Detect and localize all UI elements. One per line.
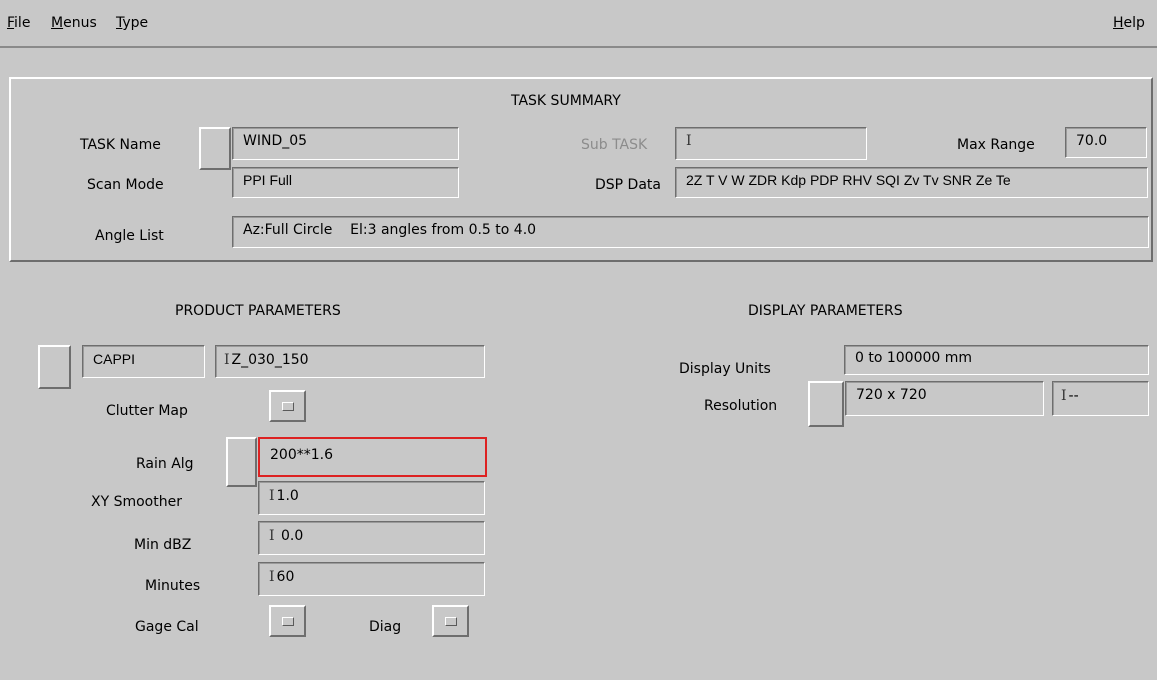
task-summary-title: TASK SUMMARY xyxy=(511,93,621,109)
clutter-map-label: Clutter Map xyxy=(106,403,188,419)
rain-alg-button[interactable] xyxy=(226,437,257,487)
dsp-data-field[interactable]: 2Z T V W ZDR Kdp PDP RHV SQI Zv Tv SNR Z… xyxy=(675,167,1148,198)
diag-toggle[interactable] xyxy=(432,605,469,637)
task-name-field[interactable]: WIND_05 xyxy=(232,127,459,160)
dsp-data-label: DSP Data xyxy=(595,177,661,193)
minutes-label: Minutes xyxy=(145,578,201,594)
product-parameters-title: PRODUCT PARAMETERS xyxy=(175,303,341,319)
menu-type[interactable]: Type xyxy=(116,15,148,31)
resolution-extra-field[interactable]: I -- xyxy=(1052,381,1149,416)
scan-mode-label: Scan Mode xyxy=(87,177,164,193)
text-cursor-icon: I xyxy=(686,133,692,149)
rain-alg-label: Rain Alg xyxy=(136,456,194,472)
text-cursor-icon: I xyxy=(269,488,275,504)
toggle-indicator-icon xyxy=(282,402,294,411)
diag-label: Diag xyxy=(369,619,402,635)
rain-alg-field[interactable]: 200**1.6 xyxy=(258,437,487,477)
display-units-label: Display Units xyxy=(679,361,771,377)
sub-task-field[interactable]: I xyxy=(675,127,867,160)
gage-cal-toggle[interactable] xyxy=(269,605,306,637)
min-dbz-field[interactable]: I 0.0 xyxy=(258,521,485,555)
sub-task-label: Sub TASK xyxy=(581,137,648,153)
task-name-label: TASK Name xyxy=(80,137,161,153)
gage-cal-label: Gage Cal xyxy=(135,619,199,635)
toggle-indicator-icon xyxy=(445,617,457,626)
text-cursor-icon: I xyxy=(224,352,230,368)
product-type-field[interactable]: CAPPI xyxy=(82,345,205,378)
resolution-button[interactable] xyxy=(808,381,844,427)
scan-mode-field[interactable]: PPI Full xyxy=(232,167,459,198)
text-cursor-icon: I xyxy=(269,528,275,544)
max-range-field[interactable]: 70.0 xyxy=(1065,127,1147,158)
text-cursor-icon: I xyxy=(269,569,275,585)
angle-list-field[interactable]: Az:Full Circle El:3 angles from 0.5 to 4… xyxy=(232,216,1149,248)
display-units-field[interactable]: 0 to 100000 mm xyxy=(844,345,1149,375)
angle-list-label: Angle List xyxy=(95,228,164,244)
toggle-indicator-icon xyxy=(282,617,294,626)
minutes-field[interactable]: I 60 xyxy=(258,562,485,596)
text-cursor-icon: I xyxy=(1061,388,1067,404)
menu-help[interactable]: Help xyxy=(1113,15,1145,31)
xy-smoother-field[interactable]: I 1.0 xyxy=(258,481,485,515)
display-parameters-title: DISPLAY PARAMETERS xyxy=(748,303,903,319)
product-type-button[interactable] xyxy=(38,345,71,389)
product-name-field[interactable]: I Z_030_150 xyxy=(215,345,485,378)
min-dbz-label: Min dBZ xyxy=(134,537,192,553)
resolution-field[interactable]: 720 x 720 xyxy=(845,381,1044,416)
menu-bar: File Menus Type Help xyxy=(0,0,1157,48)
max-range-label: Max Range xyxy=(957,137,1035,153)
menu-file[interactable]: File xyxy=(7,15,30,31)
clutter-map-toggle[interactable] xyxy=(269,390,306,422)
task-name-button[interactable] xyxy=(199,127,231,170)
resolution-label: Resolution xyxy=(704,398,778,414)
xy-smoother-label: XY Smoother xyxy=(91,494,182,510)
menu-menus[interactable]: Menus xyxy=(51,15,97,31)
